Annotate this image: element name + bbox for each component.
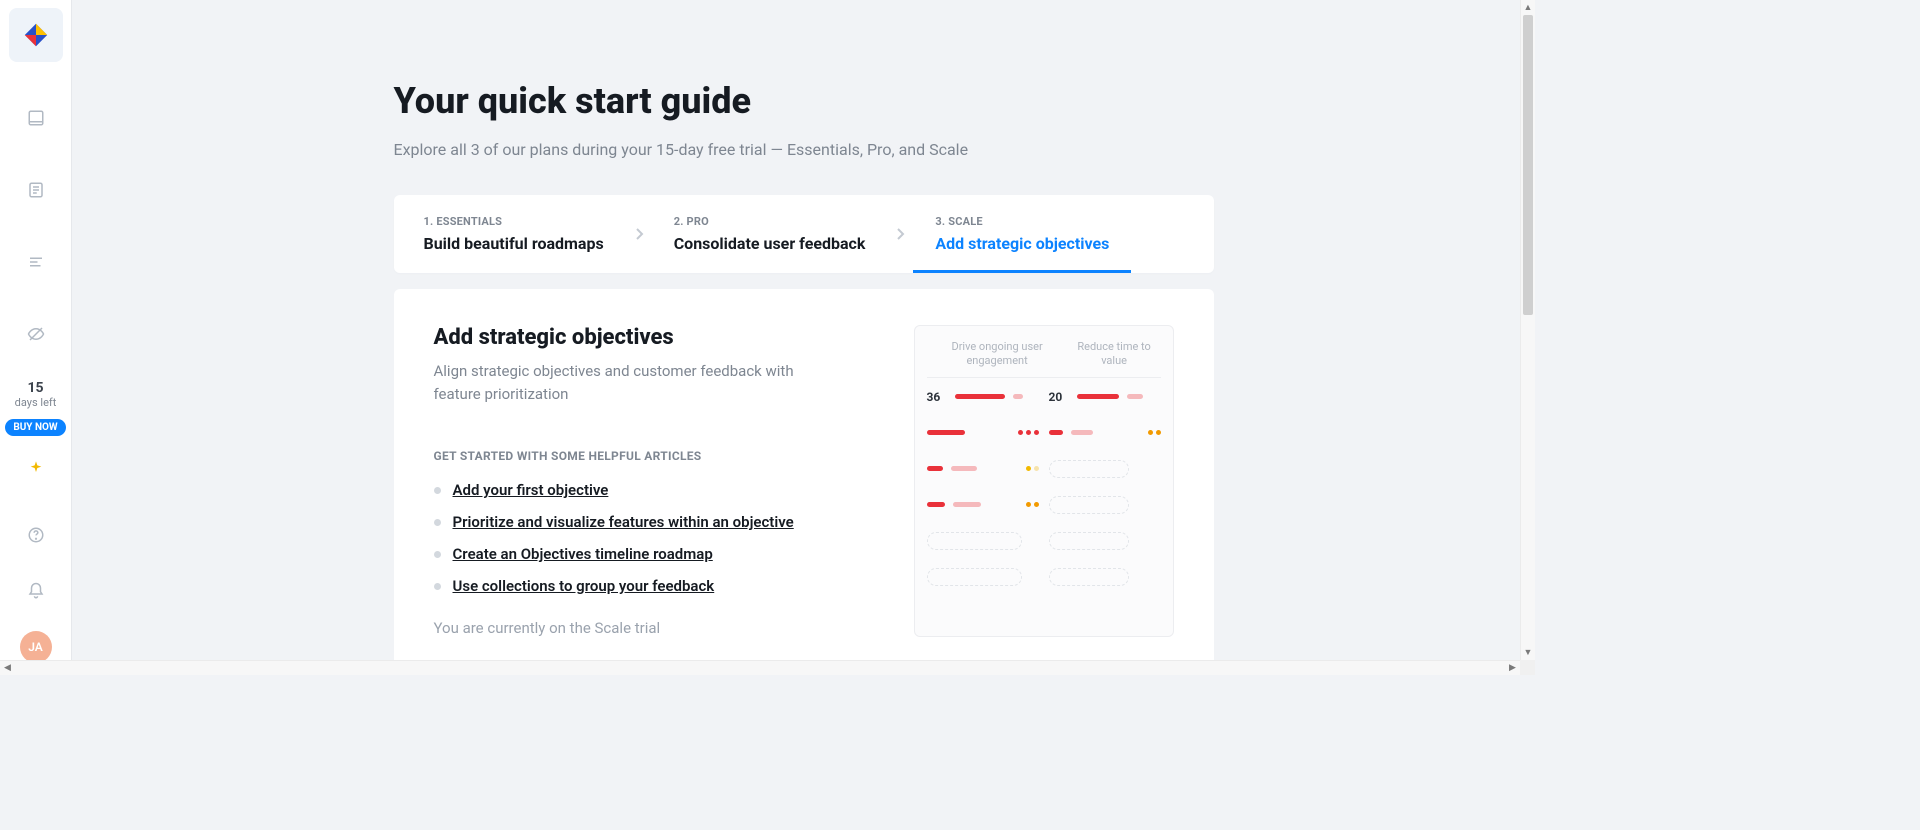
- page-subtitle: Explore all 3 of our plans during your 1…: [394, 140, 1214, 159]
- bar-icon: [1049, 430, 1063, 435]
- scroll-left-button[interactable]: ◀: [0, 661, 15, 675]
- logo-icon: [22, 21, 50, 49]
- article-list: Add your first objective Prioritize and …: [434, 481, 874, 595]
- bullet-dot-icon: [434, 583, 441, 590]
- list-item: Add your first objective: [434, 481, 874, 499]
- bar-icon: [1077, 394, 1119, 399]
- metric-value: 36: [927, 390, 947, 404]
- board-icon: [27, 109, 45, 127]
- plan-detail-panel: Add strategic objectives Align strategic…: [394, 289, 1214, 675]
- help-button[interactable]: [16, 515, 56, 555]
- article-link[interactable]: Add your first objective: [453, 481, 609, 499]
- tab-kicker: 3. SCALE: [935, 215, 1109, 228]
- panel-illustration: Drive ongoing user engagement Reduce tim…: [914, 325, 1174, 637]
- tab-title: Add strategic objectives: [935, 234, 1109, 253]
- tab-kicker: 2. PRO: [674, 215, 866, 228]
- eye-off-icon: [27, 325, 45, 343]
- dots-icon: [1026, 502, 1039, 507]
- tab-title: Consolidate user feedback: [674, 234, 866, 253]
- sparkle-icon: [28, 460, 44, 476]
- page-title: Your quick start guide: [394, 80, 1214, 122]
- scroll-up-button[interactable]: ▲: [1521, 0, 1535, 15]
- nav-item-roadmap[interactable]: [16, 242, 56, 282]
- scroll-thumb[interactable]: [1523, 15, 1533, 315]
- article-link[interactable]: Create an Objectives timeline roadmap: [453, 545, 713, 563]
- tab-scale[interactable]: 3. SCALE Add strategic objectives: [905, 195, 1139, 273]
- bar-icon: [927, 466, 943, 471]
- bullet-dot-icon: [434, 519, 441, 526]
- chevron-right-icon: [634, 195, 644, 273]
- metric-label: Drive ongoing user engagement: [927, 340, 1068, 369]
- horizontal-scrollbar[interactable]: ◀ ▶: [0, 660, 1520, 675]
- bar-icon: [1071, 430, 1093, 435]
- bar-icon: [955, 394, 1005, 399]
- placeholder-pill: [1049, 496, 1129, 514]
- bullet-dot-icon: [434, 487, 441, 494]
- placeholder-pill: [1049, 460, 1129, 478]
- vertical-scrollbar[interactable]: ▲ ▼: [1520, 0, 1535, 660]
- panel-title: Add strategic objectives: [434, 325, 874, 350]
- scroll-track[interactable]: [15, 661, 1505, 675]
- dots-icon: [1026, 466, 1039, 471]
- dots-icon: [1148, 430, 1161, 435]
- list-item: Use collections to group your feedback: [434, 577, 874, 595]
- bell-icon: [27, 582, 45, 600]
- document-icon: [27, 181, 45, 199]
- tab-essentials[interactable]: 1. ESSENTIALS Build beautiful roadmaps: [394, 195, 634, 273]
- bar-icon: [953, 502, 981, 507]
- bar-icon: [1013, 394, 1023, 399]
- bar-icon: [1127, 394, 1143, 399]
- panel-note: You are currently on the Scale trial: [434, 619, 874, 637]
- bar-icon: [927, 502, 945, 507]
- bullet-dot-icon: [434, 551, 441, 558]
- placeholder-pill: [927, 568, 1022, 586]
- metric-value: 20: [1049, 390, 1069, 404]
- help-icon: [27, 526, 45, 544]
- panel-subtitle: Align strategic objectives and customer …: [434, 360, 824, 405]
- nav-item-upgrade[interactable]: [16, 448, 56, 488]
- bar-icon: [951, 466, 977, 471]
- list-item: Create an Objectives timeline roadmap: [434, 545, 874, 563]
- list-item: Prioritize and visualize features within…: [434, 513, 874, 531]
- lines-icon: [27, 253, 45, 271]
- avatar[interactable]: JA: [20, 631, 52, 663]
- scroll-down-button[interactable]: ▼: [1521, 645, 1535, 660]
- bar-icon: [927, 430, 965, 435]
- trial-days-count: 15: [0, 380, 71, 396]
- trial-status: 15 days left BUY NOW: [0, 380, 71, 436]
- buy-now-button[interactable]: BUY NOW: [5, 419, 65, 436]
- scrollbar-corner: [1520, 660, 1535, 675]
- article-link[interactable]: Use collections to group your feedback: [453, 577, 715, 595]
- nav-item-boards[interactable]: [16, 98, 56, 138]
- placeholder-pill: [1049, 568, 1129, 586]
- placeholder-pill: [1049, 532, 1129, 550]
- notifications-button[interactable]: [16, 571, 56, 611]
- panel-section-label: GET STARTED WITH SOME HELPFUL ARTICLES: [434, 449, 874, 463]
- placeholder-pill: [927, 532, 1022, 550]
- article-link[interactable]: Prioritize and visualize features within…: [453, 513, 794, 531]
- dots-icon: [1018, 430, 1039, 435]
- sidebar: 15 days left BUY NOW JA: [0, 0, 72, 675]
- tab-kicker: 1. ESSENTIALS: [424, 215, 604, 228]
- trial-days-left-label: days left: [0, 396, 71, 409]
- scroll-track[interactable]: [1521, 15, 1535, 645]
- main-content: Your quick start guide Explore all 3 of …: [72, 0, 1535, 675]
- tab-title: Build beautiful roadmaps: [424, 234, 604, 253]
- tab-pro[interactable]: 2. PRO Consolidate user feedback: [644, 195, 896, 273]
- nav-item-docs[interactable]: [16, 170, 56, 210]
- chevron-right-icon: [895, 195, 905, 273]
- scroll-right-button[interactable]: ▶: [1505, 661, 1520, 675]
- app-logo[interactable]: [9, 8, 63, 62]
- nav-item-objectives[interactable]: [16, 314, 56, 354]
- plan-tabs: 1. ESSENTIALS Build beautiful roadmaps 2…: [394, 195, 1214, 273]
- metric-label: Reduce time to value: [1068, 340, 1161, 369]
